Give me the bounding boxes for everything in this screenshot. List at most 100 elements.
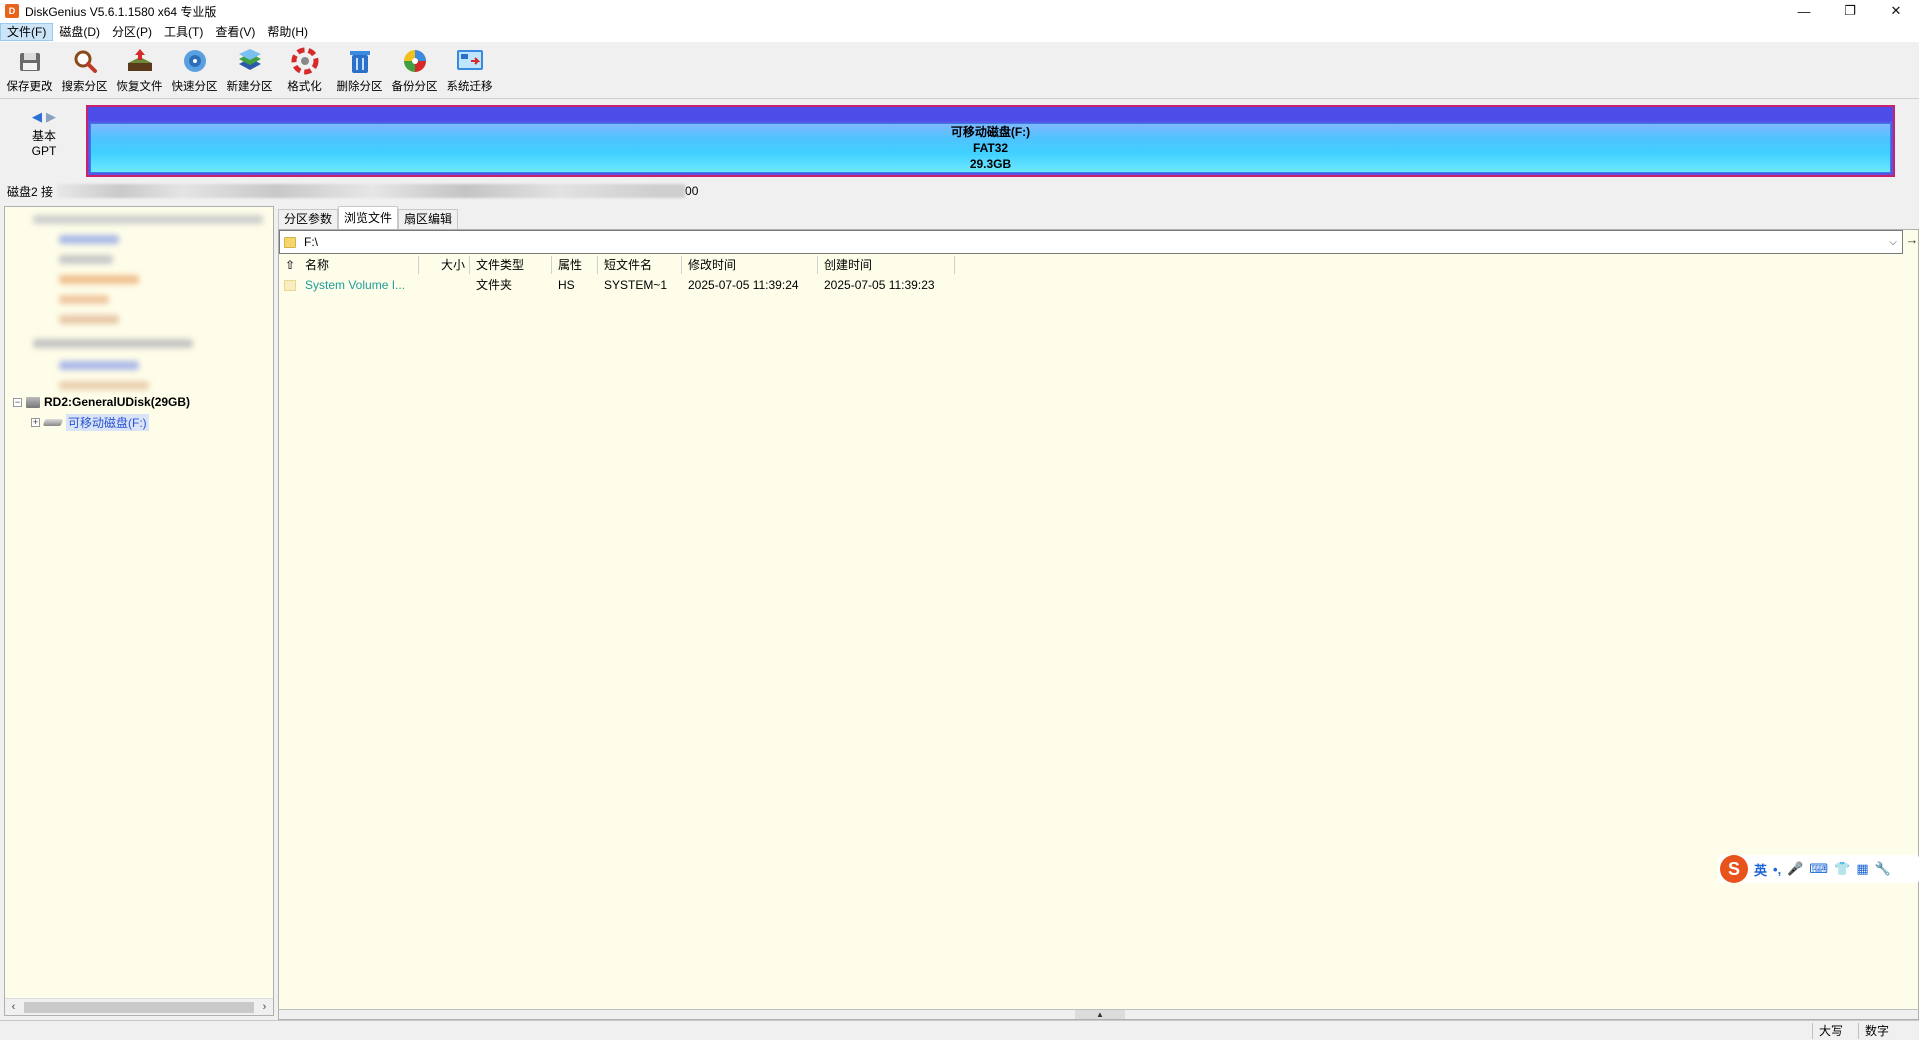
- file-browser: F:\ ⌵ → ⇧ 名称 大小 文件类型 属性 短文件名 修改时间 创建时间 S…: [278, 229, 1919, 1020]
- file-list-header: ⇧ 名称 大小 文件类型 属性 短文件名 修改时间 创建时间: [279, 256, 955, 274]
- minimize-button[interactable]: —: [1781, 0, 1827, 22]
- backup-partition-icon: [400, 46, 430, 76]
- menu-tools[interactable]: 工具(T): [158, 23, 209, 41]
- menu-file[interactable]: 文件(F): [0, 23, 54, 41]
- close-button[interactable]: ✕: [1873, 0, 1919, 22]
- file-attributes: HS: [558, 278, 575, 292]
- ime-language-mode[interactable]: 英: [1754, 860, 1767, 879]
- menu-disk[interactable]: 磁盘(D): [53, 23, 106, 41]
- disk-partition-style: GPT: [31, 144, 57, 158]
- num-lock-indicator: 数字: [1858, 1023, 1904, 1039]
- expand-toggle-icon[interactable]: +: [31, 417, 40, 427]
- partition-size: 29.3GB: [969, 157, 1012, 171]
- tree-node-disk[interactable]: − RD2:GeneralUDisk(29GB): [13, 393, 190, 411]
- panel-splitter-bar[interactable]: ▲: [279, 1009, 1918, 1019]
- content-panel: 分区参数 浏览文件 扇区编辑 F:\ ⌵ → ⇧ 名称 大小 文件类型 属性 短…: [278, 206, 1919, 1020]
- tool-label: 删除分区: [336, 81, 383, 93]
- go-arrow-icon[interactable]: →: [1905, 232, 1919, 252]
- column-size[interactable]: 大小: [419, 256, 470, 274]
- save-changes-button[interactable]: 保存更改: [2, 42, 57, 96]
- punctuation-icon[interactable]: •,: [1773, 862, 1781, 877]
- tree-horizontal-scrollbar[interactable]: ‹ ›: [5, 998, 273, 1015]
- toolbar: 保存更改 搜索分区 恢复文件 快速分区 新建分区 格式化 删除分区 备份分区 系…: [0, 42, 1919, 98]
- tool-label: 格式化: [287, 81, 322, 93]
- caret-up-icon[interactable]: ▲: [1075, 1010, 1125, 1019]
- column-name[interactable]: 名称: [301, 256, 419, 274]
- column-modified[interactable]: 修改时间: [682, 256, 818, 274]
- tab-strip: 分区参数 浏览文件 扇区编辑: [278, 206, 459, 229]
- disk-info-line: 磁盘2 接 00: [0, 181, 1919, 201]
- tab-partition-params[interactable]: 分区参数: [278, 209, 339, 229]
- tool-label: 备份分区: [391, 81, 438, 93]
- file-size: [419, 276, 470, 294]
- partition-block-f[interactable]: 可移动磁盘(F:) FAT32 29.3GB: [90, 123, 1891, 173]
- format-button[interactable]: 格式化: [277, 42, 332, 96]
- file-row[interactable]: System Volume I... 文件夹 HS SYSTEM~1 2025-…: [279, 276, 955, 294]
- disk-info-suffix: 00: [685, 184, 699, 198]
- tab-browse-files[interactable]: 浏览文件: [338, 206, 399, 229]
- scroll-left-arrow-icon[interactable]: ‹: [5, 1001, 22, 1013]
- file-short-name: SYSTEM~1: [604, 278, 668, 292]
- new-partition-icon: [235, 46, 265, 76]
- disk-map: ◀ ▶ 基本 GPT 可移动磁盘(F:) FAT32 29.3GB: [0, 98, 1919, 180]
- folder-icon: [279, 276, 301, 294]
- scroll-right-arrow-icon[interactable]: ›: [256, 1001, 273, 1013]
- column-created[interactable]: 创建时间: [818, 256, 955, 274]
- title-bar: D DiskGenius V5.6.1.1580 x64 专业版 — ❐ ✕: [0, 0, 1919, 22]
- window-title: DiskGenius V5.6.1.1580 x64 专业版: [25, 4, 217, 19]
- microphone-icon[interactable]: 🎤: [1787, 861, 1803, 877]
- tool-label: 搜索分区: [61, 81, 108, 93]
- chevron-down-icon[interactable]: ⌵: [1884, 237, 1902, 248]
- file-created: 2025-07-05 11:39:23: [824, 278, 935, 292]
- disk-bar-header: [88, 107, 1893, 121]
- restore-files-button[interactable]: 恢复文件: [112, 42, 167, 96]
- backup-partition-button[interactable]: 备份分区: [387, 42, 442, 96]
- skin-icon[interactable]: 👕: [1834, 861, 1850, 877]
- tree-node-partition-f[interactable]: + 可移动磁盘(F:): [31, 413, 149, 431]
- tool-label: 恢复文件: [116, 81, 163, 93]
- tool-label: 系统迁移: [446, 81, 493, 93]
- usb-drive-icon: [42, 418, 64, 426]
- system-migration-button[interactable]: 系统迁移: [442, 42, 497, 96]
- diskgenius-app-icon: D: [5, 4, 19, 18]
- restore-button[interactable]: ❐: [1827, 0, 1873, 22]
- ime-toolbar[interactable]: S 英 •, 🎤 ⌨ 👕 ▦ 🔧: [1718, 855, 1919, 883]
- quick-partition-icon: [180, 46, 210, 76]
- format-icon: [290, 46, 320, 76]
- hard-disk-icon: [26, 396, 40, 408]
- caps-lock-indicator: 大写: [1812, 1023, 1858, 1039]
- tree-disk-label: RD2:GeneralUDisk(29GB): [44, 395, 191, 409]
- tab-sector-editor[interactable]: 扇区编辑: [398, 209, 459, 229]
- tool-label: 快速分区: [171, 81, 218, 93]
- tools-icon[interactable]: 🔧: [1875, 861, 1891, 877]
- partition-name: 可移动磁盘(F:): [950, 125, 1031, 139]
- scroll-thumb[interactable]: [24, 1001, 254, 1013]
- menu-bar: 文件(F) 磁盘(D) 分区(P) 工具(T) 查看(V) 帮助(H): [0, 22, 1919, 42]
- path-combobox[interactable]: F:\ ⌵: [279, 230, 1903, 254]
- column-attributes[interactable]: 属性: [552, 256, 598, 274]
- column-type[interactable]: 文件类型: [470, 256, 552, 274]
- disk-type-basic: 基本: [31, 129, 56, 143]
- next-disk-arrow-icon[interactable]: ▶: [46, 109, 56, 125]
- sogou-logo-icon[interactable]: S: [1720, 855, 1748, 883]
- disk-partition-bar[interactable]: 可移动磁盘(F:) FAT32 29.3GB: [86, 105, 1895, 177]
- collapse-toggle-icon[interactable]: −: [13, 397, 22, 407]
- delete-partition-button[interactable]: 删除分区: [332, 42, 387, 96]
- menu-view[interactable]: 查看(V): [209, 23, 261, 41]
- go-up-icon[interactable]: ⇧: [279, 256, 301, 274]
- redacted-tree-items: [13, 211, 271, 393]
- menu-help[interactable]: 帮助(H): [261, 23, 314, 41]
- disk-info-prefix: 磁盘2 接: [7, 184, 54, 199]
- search-partition-button[interactable]: 搜索分区: [57, 42, 112, 96]
- disk-navigator: ◀ ▶ 基本 GPT: [22, 109, 66, 158]
- new-partition-button[interactable]: 新建分区: [222, 42, 277, 96]
- tool-label: 保存更改: [6, 81, 53, 93]
- column-short-name[interactable]: 短文件名: [598, 256, 682, 274]
- keyboard-icon[interactable]: ⌨: [1809, 861, 1828, 877]
- search-icon: [70, 46, 100, 76]
- apps-grid-icon[interactable]: ▦: [1856, 861, 1868, 877]
- menu-partition[interactable]: 分区(P): [106, 23, 158, 41]
- quick-partition-button[interactable]: 快速分区: [167, 42, 222, 96]
- previous-disk-arrow-icon[interactable]: ◀: [32, 109, 42, 125]
- path-value[interactable]: F:\: [304, 235, 1884, 249]
